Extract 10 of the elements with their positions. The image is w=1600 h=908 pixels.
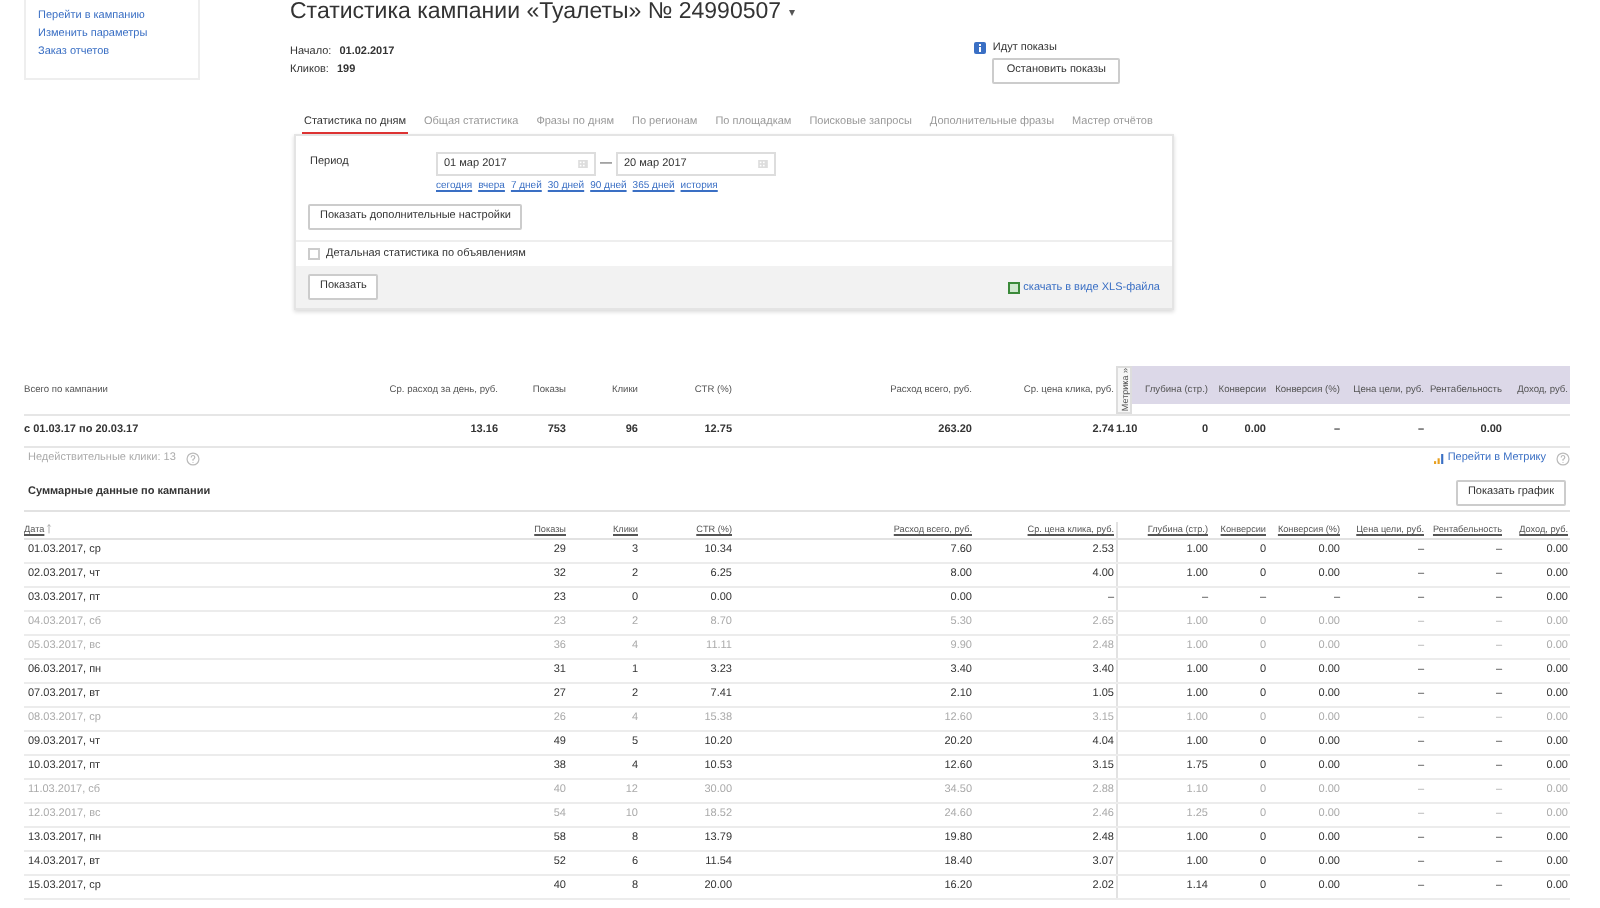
calendar-icon — [758, 160, 768, 168]
bar-chart-icon — [1433, 453, 1444, 464]
info-icon — [974, 42, 987, 54]
page-title: Статистика кампании «Туалеты» № 24990507 — [290, 0, 782, 23]
spreadsheet-icon — [1007, 281, 1020, 293]
calendar-icon — [578, 160, 588, 168]
sort-arrow-icon — [46, 523, 53, 534]
checkbox[interactable] — [308, 248, 320, 260]
help-icon[interactable] — [1556, 451, 1570, 466]
help-icon[interactable] — [185, 451, 200, 466]
